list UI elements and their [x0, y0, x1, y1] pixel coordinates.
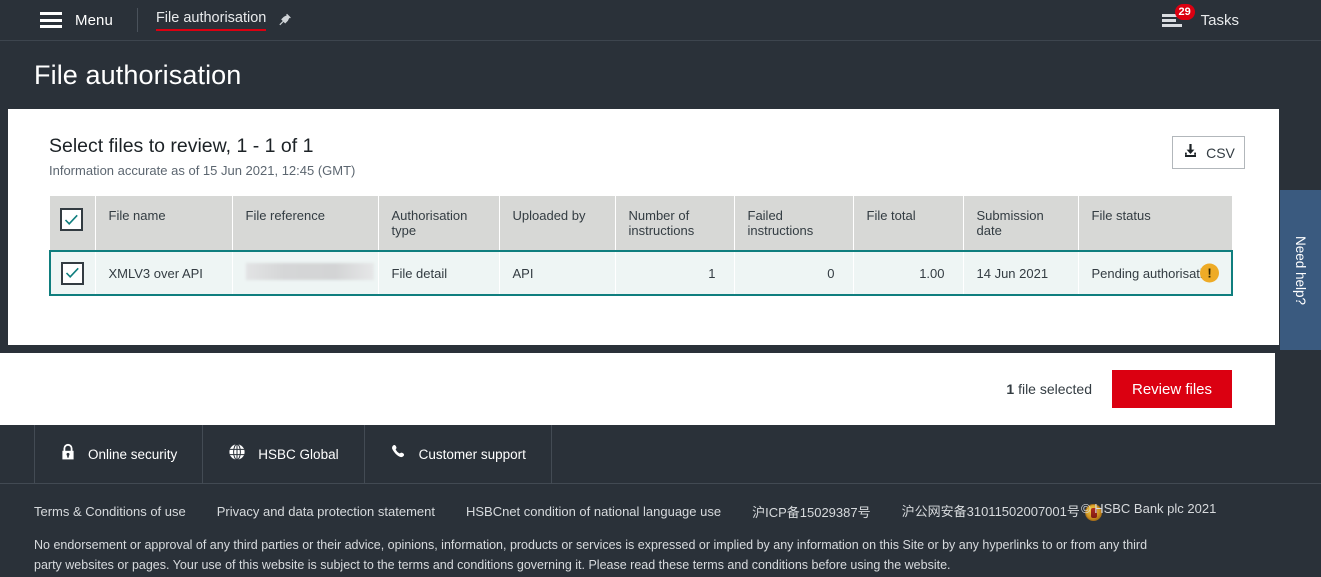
- tasks-list-icon: 29: [1162, 11, 1188, 31]
- footer-item-customer-support[interactable]: Customer support: [364, 425, 552, 484]
- cell-number-of-instructions: 1: [615, 251, 734, 295]
- cell-authorisation-type: File detail: [378, 251, 499, 295]
- footer-item-online-security[interactable]: Online security: [34, 425, 202, 484]
- cell-file-total: 1.00: [853, 251, 963, 295]
- tab-file-authorisation[interactable]: File authorisation: [156, 10, 293, 31]
- tab-label: File authorisation: [156, 10, 266, 31]
- cell-failed-instructions: 0: [734, 251, 853, 295]
- csv-label: CSV: [1206, 145, 1235, 161]
- globe-icon: [228, 443, 246, 466]
- col-file-reference[interactable]: File reference: [232, 196, 378, 251]
- col-file-status[interactable]: File status: [1078, 196, 1232, 251]
- menu-label[interactable]: Menu: [75, 12, 113, 29]
- cell-submission-date: 14 Jun 2021: [963, 251, 1078, 295]
- col-file-name[interactable]: File name: [95, 196, 232, 251]
- link-national-language[interactable]: HSBCnet condition of national language u…: [466, 504, 721, 519]
- tasks-badge: 29: [1175, 4, 1195, 20]
- phone-icon: [390, 443, 407, 465]
- tasks-label: Tasks: [1201, 12, 1239, 29]
- row-select-cell: [50, 251, 95, 295]
- check-icon: [64, 214, 79, 226]
- file-authorisation-table: File name File reference Authorisation t…: [49, 196, 1233, 296]
- col-authorisation-type[interactable]: Authorisation type: [378, 196, 499, 251]
- link-cn-police[interactable]: 沪公网安备31011502007001号: [902, 501, 1102, 521]
- footer-item-hsbc-global[interactable]: HSBC Global: [202, 425, 363, 484]
- lock-icon: [60, 443, 76, 466]
- top-navigation-bar: Menu File authorisation 29 Tasks: [0, 0, 1321, 41]
- select-all-checkbox[interactable]: [60, 208, 83, 231]
- select-all-header: [50, 196, 95, 251]
- link-terms-conditions[interactable]: Terms & Conditions of use: [34, 504, 186, 519]
- selected-count-value: 1: [1006, 381, 1014, 397]
- col-file-total[interactable]: File total: [853, 196, 963, 251]
- footer-label: Online security: [88, 447, 177, 462]
- table-header-row: File name File reference Authorisation t…: [50, 196, 1232, 251]
- need-help-tab[interactable]: Need help?: [1280, 190, 1321, 350]
- redacted-value: [246, 263, 374, 280]
- review-files-button[interactable]: Review files: [1112, 370, 1232, 408]
- copyright-text: © HSBC Bank plc 2021: [1081, 501, 1321, 516]
- cell-file-status: Pending authorisation !: [1078, 251, 1232, 295]
- status-text: Pending authorisation: [1092, 266, 1218, 281]
- footer-label: Customer support: [419, 447, 526, 462]
- nav-divider: [137, 8, 138, 32]
- row-checkbox[interactable]: [61, 262, 84, 285]
- selected-count-text: file selected: [1018, 381, 1092, 397]
- link-cn-icp[interactable]: 沪ICP备15029387号: [752, 502, 871, 521]
- legal-footer: Terms & Conditions of use Privacy and da…: [0, 484, 1321, 575]
- pin-icon[interactable]: [277, 12, 293, 28]
- link-privacy-policy[interactable]: Privacy and data protection statement: [217, 504, 435, 519]
- col-submission-date[interactable]: Submission date: [963, 196, 1078, 251]
- download-icon: [1182, 142, 1199, 164]
- cell-file-name: XMLV3 over API: [95, 251, 232, 295]
- col-failed-instructions[interactable]: Failed instructions: [734, 196, 853, 251]
- csv-download-button[interactable]: CSV: [1172, 136, 1245, 169]
- disclaimer-text: No endorsement or approval of any third …: [0, 521, 1240, 575]
- file-list-card: Select files to review, 1 - 1 of 1 Infor…: [8, 109, 1279, 345]
- need-help-label: Need help?: [1293, 235, 1308, 304]
- page-header: File authorisation: [0, 41, 1321, 109]
- hamburger-menu-icon[interactable]: [40, 12, 62, 28]
- utility-footer: Online security HSBC Global Customer sup…: [0, 425, 1321, 484]
- card-title: Select files to review, 1 - 1 of 1: [49, 135, 1245, 158]
- cell-file-reference: [232, 251, 378, 295]
- tasks-button[interactable]: 29 Tasks: [1162, 0, 1239, 41]
- page-title: File authorisation: [34, 60, 241, 91]
- cell-uploaded-by: API: [499, 251, 615, 295]
- col-number-of-instructions[interactable]: Number of instructions: [615, 196, 734, 251]
- warning-icon[interactable]: !: [1200, 264, 1219, 283]
- check-icon: [65, 267, 80, 279]
- cn-police-text: 沪公网安备31011502007001号: [902, 504, 1080, 519]
- footer-label: HSBC Global: [258, 447, 338, 462]
- action-bar: 1 file selected Review files: [0, 353, 1275, 425]
- legal-links-row: Terms & Conditions of use Privacy and da…: [0, 501, 1321, 521]
- card-subtitle: Information accurate as of 15 Jun 2021, …: [49, 163, 1245, 178]
- col-uploaded-by[interactable]: Uploaded by: [499, 196, 615, 251]
- table-row[interactable]: XMLV3 over API File detail API 1 0 1.00 …: [50, 251, 1232, 295]
- selected-count-label: 1 file selected: [1006, 381, 1092, 397]
